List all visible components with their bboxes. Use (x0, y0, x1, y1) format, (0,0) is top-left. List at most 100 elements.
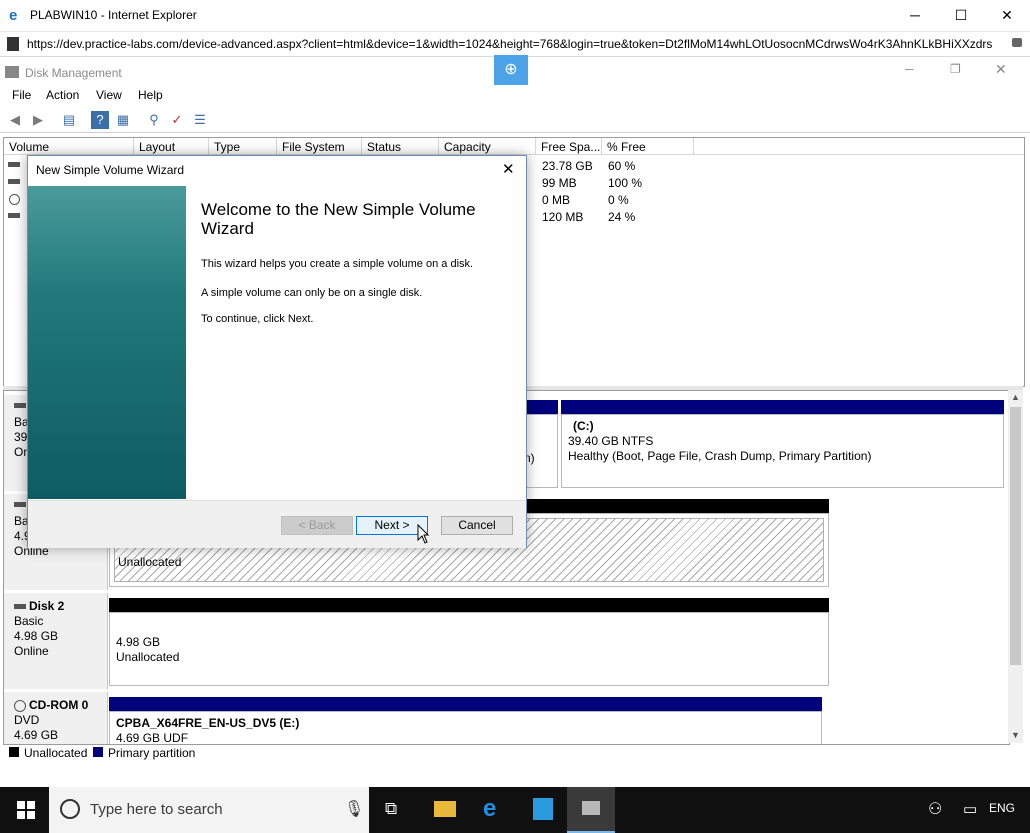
disk2-unallocated[interactable]: 4.98 GB Unallocated (109, 612, 829, 686)
wizard-text-line2: A simple volume can only be on a single … (201, 287, 423, 299)
dm-minimize-icon[interactable]: ─ (905, 62, 914, 76)
disk1-unallocated-text: Unallocated (118, 555, 182, 569)
cdrom-volume-size: 4.69 GB UDF (116, 731, 189, 745)
percent-free-cell: 100 % (608, 176, 643, 190)
c-drive-partition[interactable]: (C:) 39.40 GB NTFS Healthy (Boot, Page F… (561, 414, 1004, 488)
disk2-part-text: Unallocated (116, 650, 180, 664)
cdrom-label[interactable]: CD-ROM 0 DVD 4.69 GB (4, 692, 108, 744)
microphone-icon[interactable]: 🎙 (344, 799, 364, 819)
server-manager-icon[interactable] (533, 798, 553, 820)
address-url[interactable]: https://dev.practice-labs.com/device-adv… (27, 37, 992, 51)
scroll-up-icon[interactable]: ▲ (1011, 392, 1020, 402)
maximize-button[interactable]: ☐ (938, 0, 984, 31)
lock-icon (1012, 38, 1022, 47)
cdrom-type: DVD (14, 713, 40, 727)
c-drive-size: 39.40 GB NTFS (568, 434, 654, 448)
minimize-button[interactable]: ─ (892, 0, 938, 31)
disk2-label[interactable]: Disk 2 Basic 4.98 GB Online (4, 593, 108, 689)
disk-icon (14, 604, 26, 609)
column-header-percent-free[interactable]: % Free (602, 138, 694, 155)
disk2-type: Basic (14, 614, 44, 628)
cancel-button[interactable]: Cancel (441, 516, 513, 535)
dm-close-icon[interactable]: ✕ (995, 61, 1007, 78)
network-icon[interactable]: ▭ (963, 800, 977, 818)
search-icon (60, 799, 80, 819)
people-icon[interactable]: ⚇ (928, 799, 942, 819)
disk2-status: Online (14, 644, 49, 658)
language-indicator[interactable]: ENG (989, 801, 1015, 815)
volume-icon (8, 179, 20, 184)
disk-management-taskbar-button[interactable] (567, 787, 615, 833)
wizard-footer: < Back Next > Cancel (28, 500, 526, 548)
disk2-name: Disk 2 (29, 599, 65, 613)
cd-icon (14, 699, 26, 712)
scroll-down-icon[interactable]: ▼ (1011, 730, 1020, 740)
menu-bar: File Action View Help (0, 86, 1030, 106)
connect-icon[interactable]: ⚲ (145, 111, 163, 129)
wizard-heading: Welcome to the New Simple Volume Wizard (201, 200, 476, 238)
taskbar: Type here to search 🎙 ⧉ e ⚇ ▭ ENG (0, 787, 1030, 833)
address-bar[interactable]: https://dev.practice-labs.com/device-adv… (0, 32, 1030, 57)
ie-title-bar: e PLABWIN10 - Internet Explorer ─ ☐ ✕ (0, 0, 1030, 32)
mouse-cursor-icon (417, 524, 429, 544)
task-view-icon[interactable]: ⧉ (385, 799, 397, 819)
vertical-scrollbar[interactable]: ▲ ▼ (1008, 390, 1023, 743)
cdrom-header-bar (109, 697, 822, 711)
percent-free-cell: 60 % (608, 159, 636, 173)
wizard-text-line1: This wizard helps you create a simple vo… (201, 258, 474, 270)
menu-view[interactable]: View (96, 88, 122, 102)
disk0-partition[interactable]: n) (523, 414, 558, 488)
column-header-capacity[interactable]: Capacity (439, 138, 536, 155)
cdrom-volume-title: CPBA_X64FRE_EN-US_DV5 (E:) (116, 716, 300, 730)
checklist-icon[interactable]: ✓ (168, 111, 186, 129)
column-header-layout[interactable]: Layout (134, 138, 209, 155)
cdrom-volume[interactable]: CPBA_X64FRE_EN-US_DV5 (E:) 4.69 GB UDF (109, 711, 822, 745)
column-header-volume[interactable]: Volume (4, 138, 134, 155)
disk-icon (14, 403, 26, 408)
back-arrow-icon[interactable]: ◀ (6, 111, 24, 129)
wizard-close-icon[interactable]: ✕ (502, 160, 515, 178)
wizard-text-line3: To continue, click Next. (201, 313, 314, 325)
ie-logo-icon: e (9, 7, 18, 24)
scrollbar-thumb[interactable] (1010, 407, 1021, 665)
column-header-type[interactable]: Type (209, 138, 277, 155)
back-button[interactable]: < Back (281, 516, 353, 535)
disk-management-icon (5, 66, 19, 78)
settings-list-icon[interactable]: ☰ (191, 111, 209, 129)
c-drive-title: (C:) (573, 419, 594, 433)
menu-action[interactable]: Action (46, 88, 79, 102)
search-placeholder: Type here to search (90, 801, 223, 818)
disk2-part-size: 4.98 GB (116, 635, 161, 649)
percent-free-cell: 24 % (608, 210, 636, 224)
free-space-cell: 23.78 GB (542, 159, 593, 173)
menu-file[interactable]: File (12, 88, 31, 102)
c-drive-status: Healthy (Boot, Page File, Crash Dump, Pr… (568, 449, 872, 463)
column-header-free-space[interactable]: Free Spa... (536, 138, 602, 155)
legend-primary-swatch (93, 747, 103, 757)
dm-restore-icon[interactable]: ❐ (950, 62, 961, 76)
properties-icon[interactable]: ▦ (114, 111, 132, 129)
show-hide-console-icon[interactable]: ▤ (60, 111, 78, 129)
column-header-file-system[interactable]: File System (277, 138, 362, 155)
forward-arrow-icon[interactable]: ▶ (29, 111, 47, 129)
volume-icon (8, 162, 20, 167)
menu-help[interactable]: Help (138, 88, 163, 102)
legend: Unallocated Primary partition (3, 744, 1023, 762)
page-icon (7, 37, 19, 51)
close-button[interactable]: ✕ (984, 0, 1030, 31)
disk-management-title-bar: Disk Management ⊕ ─ ❐ ✕ (0, 55, 1030, 86)
help-icon[interactable]: ? (91, 111, 109, 129)
column-header-status[interactable]: Status (362, 138, 439, 155)
cd-volume-icon (9, 194, 20, 205)
remote-toolbar-button[interactable]: ⊕ (494, 55, 528, 85)
file-explorer-icon[interactable] (434, 801, 456, 817)
wizard-banner-image (28, 186, 186, 499)
wizard-title: New Simple Volume Wizard (36, 163, 185, 177)
windows-start-icon[interactable] (17, 801, 35, 819)
volume-icon (8, 213, 20, 218)
internet-explorer-icon[interactable]: e (483, 795, 496, 823)
legend-unallocated-label: Unallocated (24, 746, 88, 760)
c-drive-header-bar (561, 400, 1004, 414)
unallocated-header-bar (109, 598, 829, 612)
taskbar-search-box[interactable]: Type here to search 🎙 (49, 787, 369, 833)
